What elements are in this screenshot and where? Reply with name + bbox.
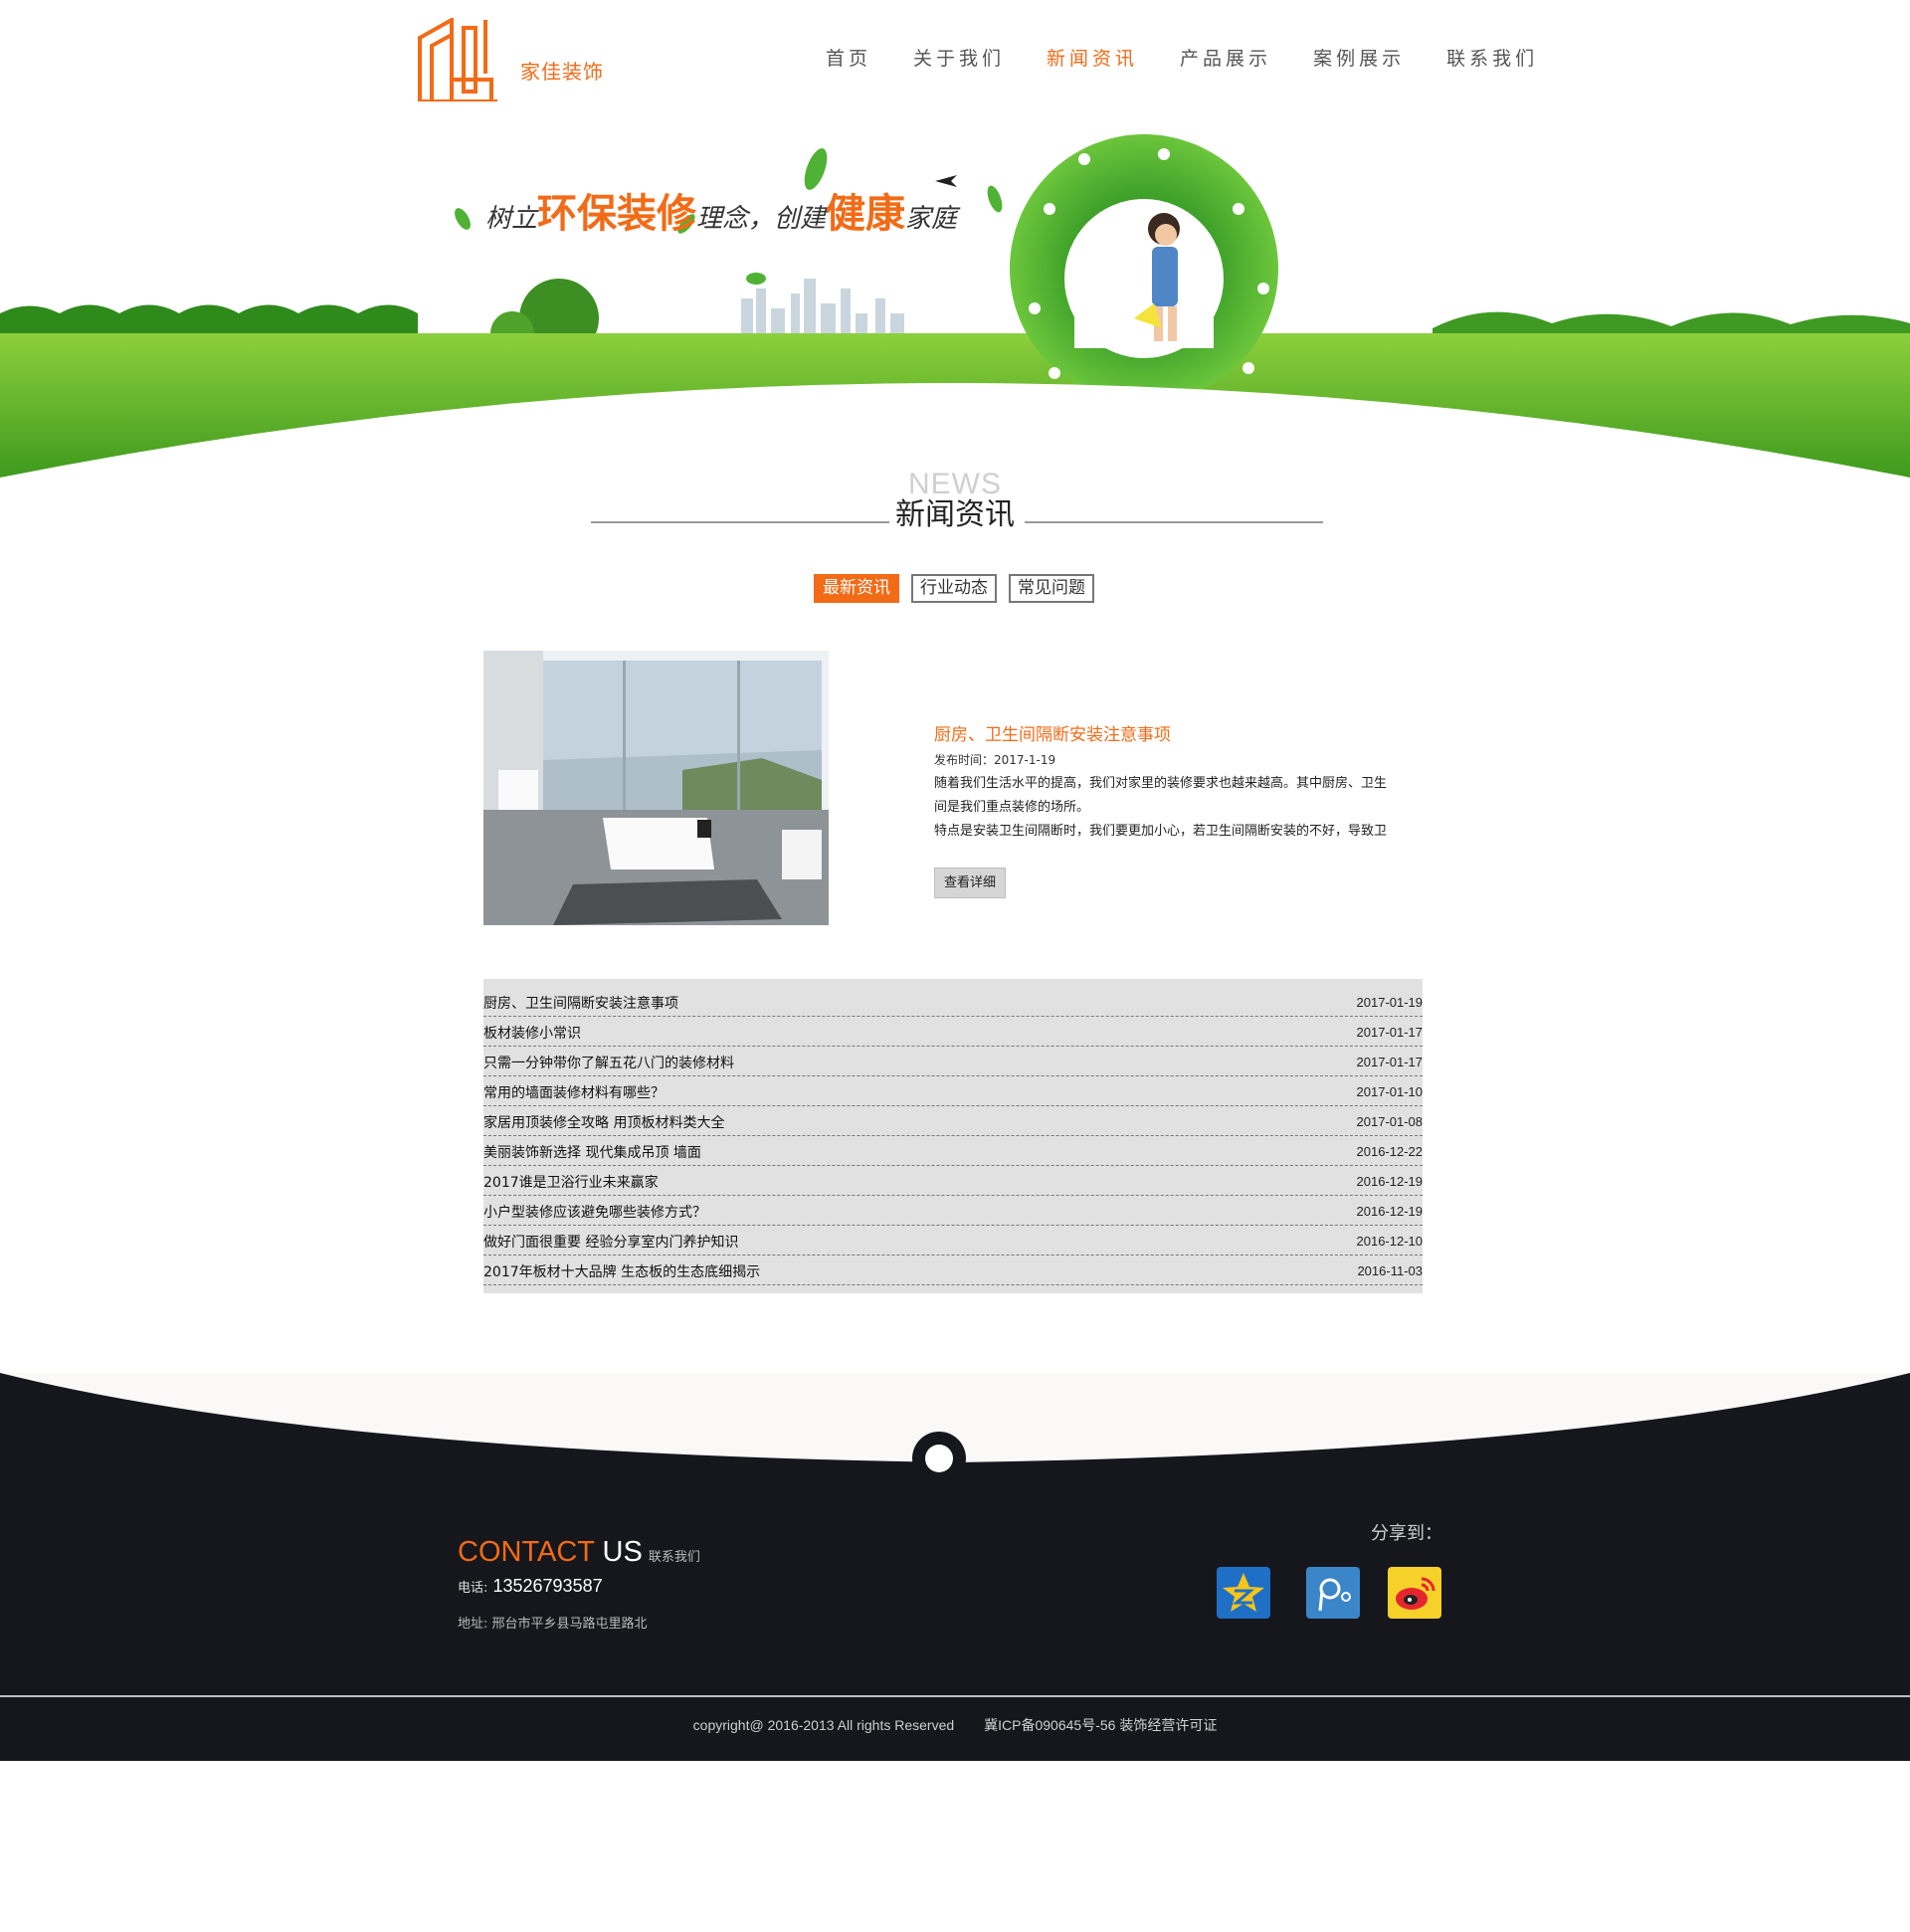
contact-phone: 电话: 13526793587: [458, 1576, 603, 1597]
tencent-weibo-icon[interactable]: [1306, 1567, 1360, 1619]
featured-news-image[interactable]: [483, 651, 829, 925]
slogan-highlight-1: 环保装修: [537, 191, 697, 237]
section-title-en: NEWS: [908, 468, 1002, 500]
news-title[interactable]: 板材装修小常识: [483, 1023, 581, 1043]
news-title[interactable]: 2017谁是卫浴行业未来赢家: [483, 1172, 659, 1192]
news-date: 2017-01-17: [1356, 1025, 1424, 1040]
view-details-button[interactable]: 查看详细: [934, 868, 1006, 898]
news-category-tabs: 最新资讯 行业动态 常见问题: [814, 574, 1106, 603]
banner-slogan: 树立环保装修理念，创建健康家庭: [485, 181, 957, 239]
news-date: 2017-01-08: [1356, 1114, 1424, 1129]
contact-heading: CONTACT US 联系我们: [458, 1536, 700, 1569]
share-label: 分享到：: [1371, 1523, 1442, 1544]
list-item[interactable]: 做好门面很重要 经验分享室内门养护知识 2016-12-10: [483, 1226, 1423, 1256]
contact-en-1: CONTACT: [458, 1536, 595, 1568]
list-item[interactable]: 小户型装修应该避免哪些装修方式？ 2016-12-19: [483, 1196, 1423, 1226]
excerpt-line: 间是我们重点装修的场所。: [934, 800, 1090, 815]
list-item[interactable]: 常用的墙面装修材料有哪些？ 2017-01-10: [483, 1076, 1423, 1106]
brand-name[interactable]: 家佳装饰: [520, 56, 604, 85]
contact-en-2: US: [594, 1536, 643, 1568]
nav-item-products[interactable]: 产品展示: [1180, 44, 1271, 71]
slogan-part2: 理念，创建: [696, 204, 827, 234]
nav-item-news[interactable]: 新闻资讯: [1047, 44, 1138, 71]
featured-news-date: 发布时间：2017-1-19: [934, 753, 1056, 767]
icp-license[interactable]: 冀ICP备090645号-56 装饰经营许可证: [984, 1717, 1217, 1733]
copyright-text: copyright@ 2016-2013 All rights Reserved: [692, 1717, 955, 1733]
phone-label: 电话:: [458, 1581, 488, 1596]
list-item[interactable]: 2017谁是卫浴行业未来赢家 2016-12-19: [483, 1166, 1423, 1196]
contact-cn: 联系我们: [648, 1550, 700, 1565]
sina-weibo-icon[interactable]: [1388, 1567, 1441, 1619]
footer-background: [0, 1373, 1910, 1761]
site-header: 家佳装饰 首页 关于我们 新闻资讯 产品展示 案例展示 联系我们: [0, 0, 1910, 129]
slogan-part3: 家庭: [905, 204, 958, 234]
site-footer: CONTACT US 联系我们 电话: 13526793587 地址: 邢台市平乡…: [0, 1373, 1910, 1761]
tab-faq[interactable]: 常见问题: [1009, 574, 1094, 603]
excerpt-line: 随着我们生活水平的提高，我们对家里的装修要求也越来越高。其中厨房、卫生: [934, 776, 1388, 791]
list-item[interactable]: 厨房、卫生间隔断安装注意事项 2017-01-19: [483, 987, 1423, 1017]
list-item[interactable]: 美丽装饰新选择 现代集成吊顶 墙面 2016-12-22: [483, 1136, 1423, 1166]
news-title[interactable]: 2017年板材十大品牌 生态板的生态底细揭示: [483, 1261, 760, 1281]
phone-number: 13526793587: [492, 1576, 603, 1596]
brand-logo-icon[interactable]: [418, 18, 499, 101]
news-date: 2017-01-17: [1356, 1055, 1424, 1069]
slogan-part1: 树立: [485, 204, 538, 234]
news-list: 厨房、卫生间隔断安装注意事项 2017-01-19 板材装修小常识 2017-01-…: [483, 979, 1423, 1293]
news-date: 2017-01-19: [1356, 995, 1424, 1010]
news-title[interactable]: 常用的墙面装修材料有哪些？: [483, 1082, 665, 1102]
news-title[interactable]: 只需一分钟带你了解五花八门的装修材料: [483, 1053, 734, 1072]
qzone-icon[interactable]: [1217, 1567, 1270, 1619]
section-title-cn: 新闻资讯: [895, 497, 1015, 532]
news-date: 2016-12-19: [1356, 1174, 1424, 1189]
list-item[interactable]: 家居用顶装修全攻略 用顶板材料类大全 2017-01-08: [483, 1106, 1423, 1136]
news-title[interactable]: 家居用顶装修全攻略 用顶板材料类大全: [483, 1112, 724, 1132]
featured-news-excerpt: 随着我们生活水平的提高，我们对家里的装修要求也越来越高。其中厨房、卫生 间是我们…: [934, 772, 1424, 844]
list-item[interactable]: 板材装修小常识 2017-01-17: [483, 1017, 1423, 1047]
excerpt-line: 特点是安装卫生间隔断时，我们要更加小心，若卫生间隔断安装的不好，导致卫: [934, 824, 1388, 839]
news-title[interactable]: 小户型装修应该避免哪些装修方式？: [483, 1202, 706, 1222]
nav-item-contact[interactable]: 联系我们: [1446, 44, 1538, 71]
news-date: 2017-01-10: [1356, 1084, 1424, 1099]
nav-item-cases[interactable]: 案例展示: [1313, 44, 1405, 71]
news-date: 2016-11-03: [1357, 1263, 1423, 1278]
nav-item-home[interactable]: 首页: [826, 44, 871, 71]
news-title[interactable]: 厨房、卫生间隔断安装注意事项: [483, 993, 678, 1013]
news-title[interactable]: 做好门面很重要 经验分享室内门养护知识: [483, 1232, 738, 1252]
news-date: 2016-12-10: [1356, 1234, 1424, 1249]
tab-latest-news[interactable]: 最新资讯: [814, 574, 899, 603]
featured-news-title[interactable]: 厨房、卫生间隔断安装注意事项: [934, 720, 1171, 745]
main-nav: 首页 关于我们 新闻资讯 产品展示 案例展示 联系我们: [826, 44, 1580, 71]
news-section-title: NEWS 新闻资讯: [0, 468, 1910, 533]
news-date: 2016-12-22: [1356, 1144, 1424, 1159]
copyright-bar: copyright@ 2016-2013 All rights Reserved…: [0, 1715, 1910, 1735]
contact-address: 地址: 邢台市平乡县马路屯里路北: [458, 1617, 648, 1632]
news-title[interactable]: 美丽装饰新选择 现代集成吊顶 墙面: [483, 1142, 701, 1162]
news-date: 2016-12-19: [1356, 1204, 1424, 1219]
nav-item-about[interactable]: 关于我们: [913, 44, 1005, 71]
list-item[interactable]: 2017年板材十大品牌 生态板的生态底细揭示 2016-11-03: [483, 1256, 1423, 1285]
list-item[interactable]: 只需一分钟带你了解五花八门的装修材料 2017-01-17: [483, 1047, 1423, 1076]
title-divider-right: [1025, 521, 1323, 523]
tab-industry-news[interactable]: 行业动态: [911, 574, 997, 603]
hero-banner: 树立环保装修理念，创建健康家庭: [0, 129, 1910, 478]
slogan-highlight-2: 健康: [826, 191, 906, 237]
title-divider-left: [591, 521, 889, 523]
